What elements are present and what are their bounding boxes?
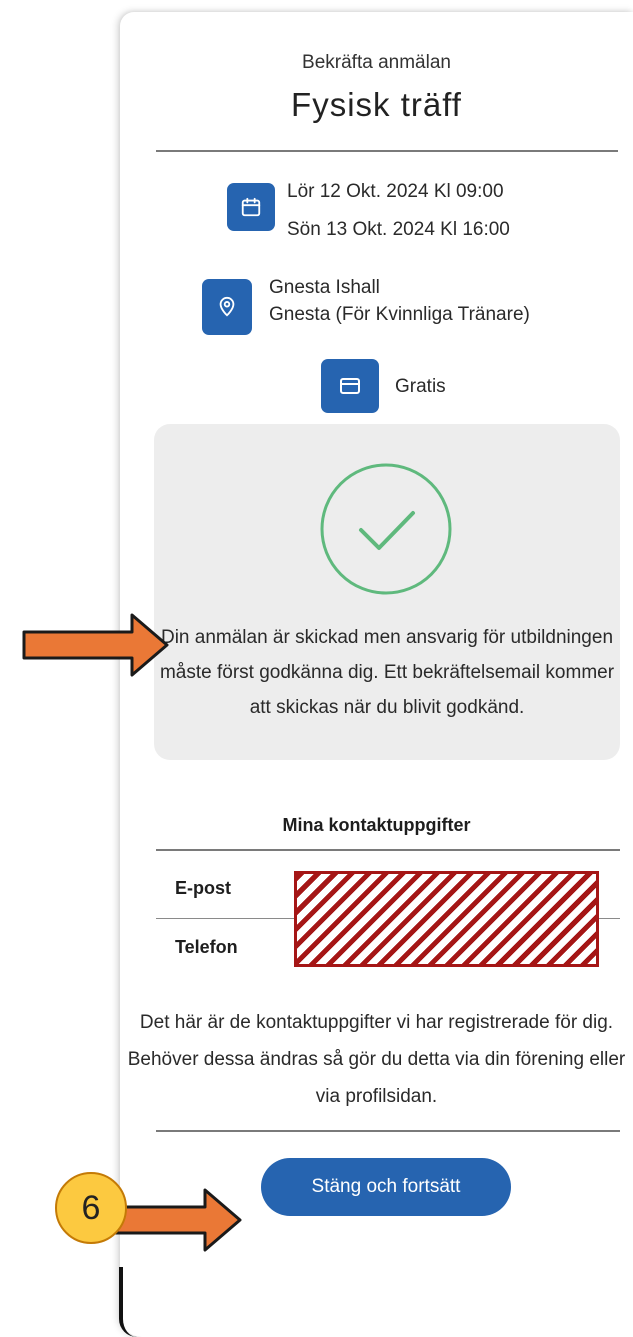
modal-subtitle: Bekräfta anmälan [302, 52, 451, 73]
annotation-arrow-icon [22, 613, 169, 677]
step-number-badge: 6 [55, 1172, 127, 1244]
modal-title: Fysisk träff [291, 86, 462, 123]
confirmation-panel: Din anmälan är skickad men ansvarig för … [154, 424, 620, 760]
header-divider [156, 150, 618, 152]
calendar-icon [227, 183, 275, 231]
payment-card-icon [321, 359, 379, 413]
confirmation-message: Din anmälan är skickad men ansvarig för … [159, 627, 615, 718]
event-date-start: Lör 12 Okt. 2024 Kl 09:00 [287, 181, 504, 202]
location-pin-icon [202, 279, 252, 335]
contacts-help-text: Det här är de kontaktuppgifter vi har re… [127, 1012, 626, 1107]
confirmation-modal: Bekräfta anmälan Fysisk träff Lör 12 Okt… [119, 12, 633, 1337]
contacts-title: Mina kontaktuppgifter [282, 815, 471, 835]
email-label: E-post [175, 878, 231, 898]
event-price: Gratis [395, 376, 446, 397]
event-date-end: Sön 13 Okt. 2024 Kl 16:00 [287, 219, 510, 240]
footer-divider [156, 1130, 620, 1132]
location-detail: Gnesta (För Kvinnliga Tränare) [269, 304, 530, 325]
contacts-top-divider [156, 849, 620, 851]
location-name: Gnesta Ishall [269, 277, 380, 298]
close-and-continue-button[interactable]: Stäng och fortsätt [261, 1158, 511, 1216]
check-circle-icon [320, 463, 452, 595]
phone-label: Telefon [175, 937, 238, 957]
redacted-contact-values [294, 871, 599, 967]
